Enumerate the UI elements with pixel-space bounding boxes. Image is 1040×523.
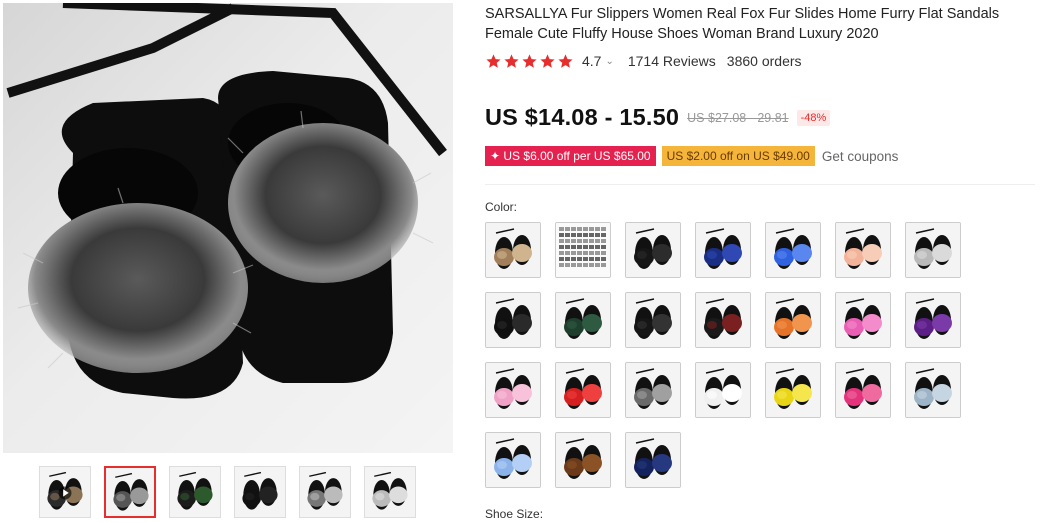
size-label: Shoe Size: — [485, 507, 544, 521]
original-price: US $27.08 - 29.81 — [687, 110, 789, 125]
orders-count: 3860 orders — [726, 53, 802, 69]
thumb-size-chart[interactable] — [364, 466, 416, 518]
price-range: US $14.08 - 15.50 — [485, 104, 680, 130]
coupon-row: ✦ US $6.00 off per US $65.00 US $2.00 of… — [485, 146, 898, 166]
price-row: US $14.08 - 15.50 US $27.08 - 29.81 -48% — [485, 104, 831, 131]
color-swatch-navy-blue[interactable] — [695, 222, 751, 278]
star-icon — [486, 53, 501, 68]
rating-row: 4.7 ⌄ 1714 Reviews 3860 orders — [485, 52, 802, 70]
color-swatch-red[interactable] — [555, 362, 611, 418]
color-swatch-white[interactable] — [695, 362, 751, 418]
color-swatch-dark-green[interactable] — [555, 292, 611, 348]
divider — [485, 184, 1035, 185]
color-swatch-yellow[interactable] — [765, 362, 821, 418]
color-swatch-light-grey[interactable] — [905, 222, 961, 278]
star-icon — [522, 53, 537, 68]
color-swatch-black-2[interactable] — [485, 292, 541, 348]
color-swatch-black-3[interactable] — [625, 292, 681, 348]
rating-stars — [485, 53, 574, 70]
color-swatch-orange[interactable] — [765, 292, 821, 348]
get-coupons-link[interactable]: Get coupons — [822, 149, 899, 164]
discount-badge: -48% — [796, 109, 831, 126]
thumb-black-pairs[interactable] — [234, 466, 286, 518]
reviews-count[interactable]: 1714 Reviews — [628, 53, 716, 69]
color-swatch-hot-pink[interactable] — [835, 292, 891, 348]
color-swatch-royal-blue[interactable] — [765, 222, 821, 278]
color-swatch-color-chart[interactable] — [555, 222, 611, 278]
rating-value[interactable]: 4.7 — [582, 53, 601, 69]
color-swatch-black-red-stripe[interactable] — [695, 292, 751, 348]
color-swatch-grey-blue[interactable] — [905, 362, 961, 418]
slipper-photo — [6, 3, 447, 399]
star-icon — [558, 53, 573, 68]
product-title: SARSALLYA Fur Slippers Women Real Fox Fu… — [485, 6, 1000, 42]
color-swatch-silver-grey[interactable] — [625, 362, 681, 418]
color-swatch-natural-brown[interactable] — [485, 222, 541, 278]
thumb-black-green-stripe[interactable] — [169, 466, 221, 518]
thumb-silver-fox[interactable] — [104, 466, 156, 518]
star-icon — [540, 53, 555, 68]
store-coupon[interactable]: US $2.00 off on US $49.00 — [661, 146, 815, 166]
color-swatch-purple[interactable] — [905, 292, 961, 348]
color-label: Color: — [485, 200, 518, 214]
color-swatch-black[interactable] — [625, 222, 681, 278]
select-coupon[interactable]: ✦ US $6.00 off per US $65.00 — [485, 146, 656, 166]
color-swatch-peach[interactable] — [835, 222, 891, 278]
color-swatch-sky-blue[interactable] — [485, 432, 541, 488]
thumb-color-chart[interactable] — [299, 466, 351, 518]
star-icon — [504, 53, 519, 68]
thumb-video[interactable] — [39, 466, 91, 518]
color-swatch-dark-navy[interactable] — [625, 432, 681, 488]
color-swatch-pink[interactable] — [485, 362, 541, 418]
color-swatch-rose[interactable] — [835, 362, 891, 418]
chevron-down-icon[interactable]: ⌄ — [605, 56, 613, 67]
main-product-image[interactable] — [3, 3, 453, 453]
color-swatch-coffee[interactable] — [555, 432, 611, 488]
